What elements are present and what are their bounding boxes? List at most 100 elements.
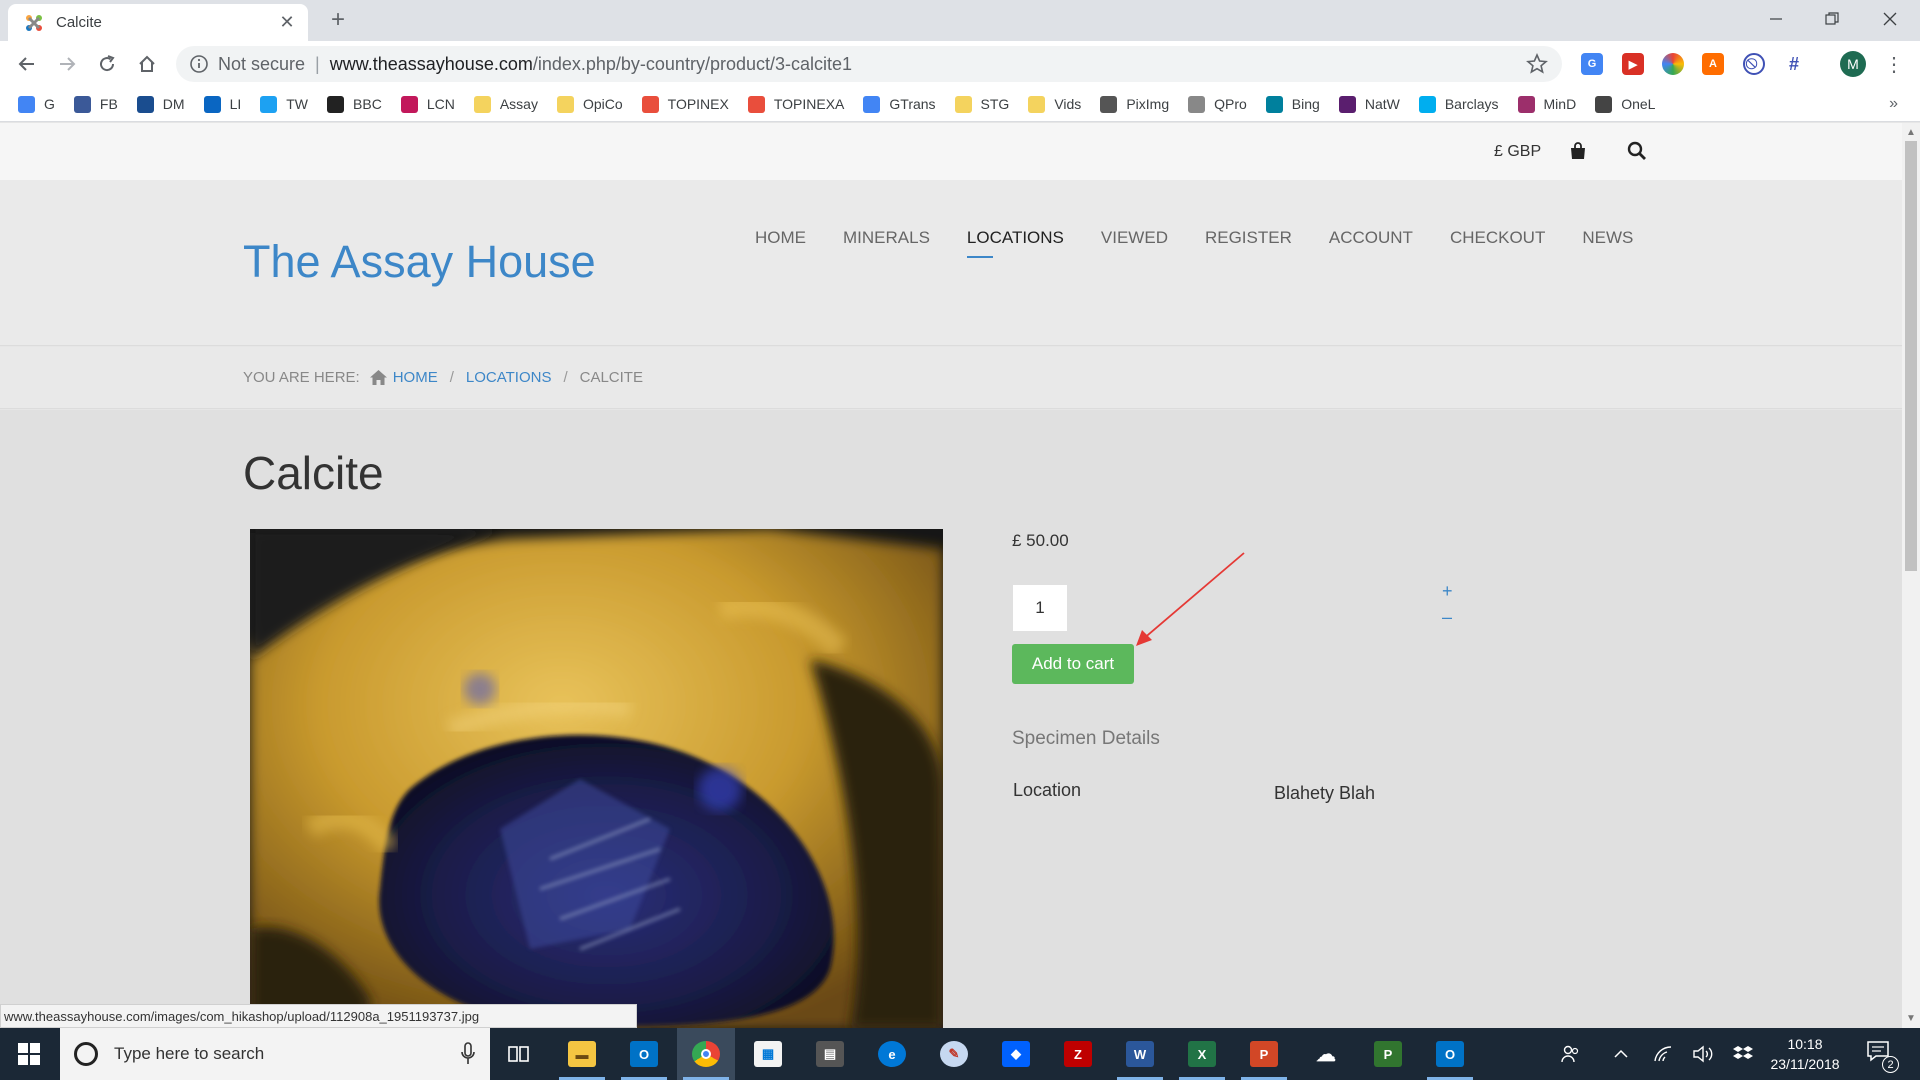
bookmark-onel[interactable]: OneL [1595,95,1655,113]
translate-extension-icon[interactable]: G [1581,53,1603,75]
bookmark-barclays[interactable]: Barclays [1418,95,1499,113]
bookmark-topinex[interactable]: TOPINEX [641,95,729,113]
reload-icon[interactable] [92,49,122,79]
minimize-icon[interactable] [1748,0,1804,38]
back-arrow-icon[interactable] [12,49,42,79]
task-view-icon[interactable] [490,1028,548,1080]
bookmark-bing[interactable]: Bing [1265,95,1320,113]
address-bar[interactable]: Not secure | www.theassayhouse.com /inde… [176,46,1562,82]
bookmark-g[interactable]: G [18,95,55,113]
video-extension-icon[interactable]: ▶ [1622,53,1644,75]
project-icon[interactable]: P [1359,1028,1417,1080]
scroll-down-arrow-icon[interactable]: ▼ [1906,1013,1916,1024]
filezilla-icon[interactable]: Z [1049,1028,1107,1080]
paint-icon[interactable]: ✎ [925,1028,983,1080]
bookmark-topinexa[interactable]: TOPINEXA [747,95,844,113]
search-icon[interactable] [1627,141,1647,161]
close-window-icon[interactable] [1862,0,1918,38]
site-logo[interactable]: The Assay House [243,236,596,288]
nav-item-viewed[interactable]: VIEWED [1101,228,1168,248]
nav-item-account[interactable]: ACCOUNT [1329,228,1413,248]
excel-icon[interactable]: X [1173,1028,1231,1080]
tab-title: Calcite [56,14,102,31]
bookmark-qpro[interactable]: QPro [1188,95,1247,113]
browser-tab[interactable]: Calcite ✕ [8,4,308,41]
dropbox-tray-icon[interactable] [1728,1028,1758,1080]
quantity-decrease-button[interactable]: – [1442,607,1452,628]
bookmark-bbc[interactable]: BBC [327,95,382,113]
shopping-bag-icon[interactable] [1568,141,1588,161]
breadcrumb: YOU ARE HERE: HOME / LOCATIONS / CALCITE [0,347,1902,409]
bookmark-piximg[interactable]: PixImg [1100,95,1169,113]
show-hidden-icons-chevron-icon[interactable] [1606,1028,1636,1080]
bookmarks-overflow-icon[interactable]: » [1889,95,1898,113]
crop-extension-icon[interactable]: # [1783,53,1805,75]
nav-item-home[interactable]: HOME [755,228,806,248]
restore-icon[interactable] [1804,0,1860,38]
powerpoint-icon[interactable]: P [1235,1028,1293,1080]
bookmark-gtrans[interactable]: GTrans [863,95,936,113]
nav-item-news[interactable]: NEWS [1582,228,1633,248]
tab-close-icon[interactable]: ✕ [276,12,298,34]
breadcrumb-home-link[interactable]: HOME [393,369,438,386]
add-to-cart-button[interactable]: Add to cart [1012,644,1134,684]
currency-selector[interactable]: £ GBP [1494,143,1541,161]
bookmark-lcn[interactable]: LCN [400,95,455,113]
file-explorer-icon[interactable]: ▬ [553,1028,611,1080]
bookmark-vids[interactable]: Vids [1028,95,1081,113]
rss-extension-icon[interactable]: A [1702,53,1724,75]
nav-item-locations[interactable]: LOCATIONS [966,228,1064,258]
word-icon[interactable]: W [1111,1028,1169,1080]
bookmark-dm[interactable]: DM [136,95,185,113]
bookmark-label: G [44,96,55,112]
quantity-input[interactable] [1013,585,1067,631]
profile-avatar[interactable]: M [1840,51,1866,77]
product-image[interactable] [250,529,943,1028]
nav-item-minerals[interactable]: MINERALS [843,228,930,248]
quantity-increase-button[interactable]: + [1442,581,1453,602]
nav-item-register[interactable]: REGISTER [1205,228,1292,248]
scrollbar-thumb[interactable] [1905,141,1917,571]
spec-value-location: Blahety Blah [1274,783,1376,803]
bookmark-assay[interactable]: Assay [473,95,538,113]
calculator-icon[interactable]: ▤ [801,1028,859,1080]
dropbox-icon[interactable]: ◆ [987,1028,1045,1080]
bookmark-natw[interactable]: NatW [1338,95,1400,113]
onedrive-icon[interactable]: ☁ [1297,1028,1355,1080]
people-icon[interactable] [1556,1028,1586,1080]
outlook-2-icon[interactable]: O [1421,1028,1479,1080]
outlook-icon[interactable]: O [615,1028,673,1080]
bookmark-stg[interactable]: STG [954,95,1010,113]
bookmark-label: STG [980,96,1010,112]
system-clock[interactable]: 10:18 23/11/2018 [1760,1034,1850,1074]
edge-icon[interactable]: e [863,1028,921,1080]
bookmark-opico[interactable]: OpiCo [556,95,623,113]
spec-label-location: Location [1013,780,1082,800]
windows-start-icon[interactable] [0,1028,58,1080]
linkedin-icon [203,95,221,113]
onel-icon [1595,95,1613,113]
block-extension-icon[interactable]: ⃠ [1743,53,1765,75]
new-tab-button[interactable]: + [324,6,352,34]
info-icon[interactable] [188,53,210,75]
wifi-icon[interactable] [1648,1028,1678,1080]
store-icon[interactable]: ▦ [739,1028,797,1080]
scroll-up-arrow-icon[interactable]: ▲ [1906,127,1916,138]
volume-icon[interactable] [1688,1028,1718,1080]
bookmark-li[interactable]: LI [203,95,241,113]
bookmark-fb[interactable]: FB [73,95,118,113]
bookmark-star-icon[interactable] [1526,53,1548,75]
breadcrumb-locations-link[interactable]: LOCATIONS [466,369,552,386]
page-scrollbar[interactable]: ▲ ▼ [1902,123,1920,1028]
bookmarks-bar: G FB DM LI TW BBC LCN Assay OpiCo TOPINEX TOPINEXA… [0,87,1920,122]
forward-arrow-icon[interactable] [52,49,82,79]
color-extension-icon[interactable] [1662,53,1684,75]
chrome-icon[interactable] [677,1028,735,1080]
nav-item-checkout[interactable]: CHECKOUT [1450,228,1545,248]
taskbar-search-input[interactable]: Type here to search [60,1028,490,1080]
bookmark-mind[interactable]: MinD [1517,95,1576,113]
bookmark-tw[interactable]: TW [260,95,308,113]
microphone-icon[interactable] [460,1042,476,1066]
home-icon[interactable] [132,49,162,79]
chrome-menu-icon[interactable]: ⋮ [1884,51,1904,77]
